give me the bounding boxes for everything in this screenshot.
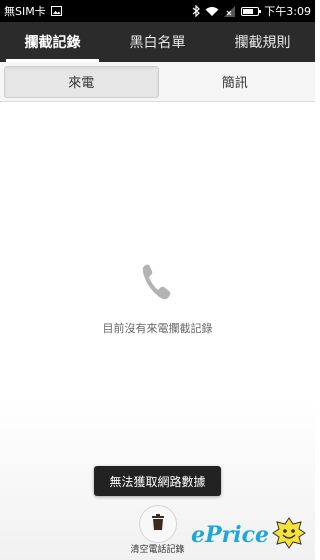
eprice-watermark: ePrice <box>191 516 307 554</box>
segment-label: 簡訊 <box>221 76 248 91</box>
trash-icon <box>151 514 165 534</box>
status-bar-left: 無SIM卡 <box>4 3 62 19</box>
smiley-mascot-icon <box>271 516 307 554</box>
empty-state-message: 目前沒有來電攔截記錄 <box>102 322 213 335</box>
tab-label: 攔截規則 <box>234 35 291 51</box>
clear-records-button[interactable] <box>139 505 177 543</box>
battery-icon <box>241 6 262 16</box>
segment-control: 來電 簡訊 <box>0 62 315 102</box>
bluetooth-icon <box>192 5 201 17</box>
top-tab-bar: 攔截記錄 黑白名單 攔截規則 <box>0 22 315 62</box>
segment-messages[interactable]: 簡訊 <box>159 67 312 97</box>
segment-label: 來電 <box>68 76 95 91</box>
clock: 下午3:09 <box>264 5 311 18</box>
tab-intercept-log[interactable]: 攔截記錄 <box>0 22 105 62</box>
tab-label: 攔截記錄 <box>24 35 81 51</box>
image-icon <box>50 6 62 16</box>
tab-black-white-list[interactable]: 黑白名單 <box>105 22 210 62</box>
wifi-icon <box>205 6 219 17</box>
tab-label: 黑白名單 <box>129 35 186 51</box>
phone-icon <box>140 262 174 302</box>
status-bar-right: 下午3:09 <box>192 3 311 19</box>
watermark-text: ePrice <box>191 522 269 548</box>
status-bar: 無SIM卡 下午3:09 <box>0 0 315 22</box>
segment-calls[interactable]: 來電 <box>4 65 159 98</box>
tab-intercept-rules[interactable]: 攔截規則 <box>210 22 315 62</box>
carrier-label: 無SIM卡 <box>4 5 46 18</box>
no-signal-icon <box>224 5 236 17</box>
toast-notification: 無法獲取網路數據 <box>94 466 221 496</box>
toast-message: 無法獲取網路數據 <box>109 474 206 489</box>
